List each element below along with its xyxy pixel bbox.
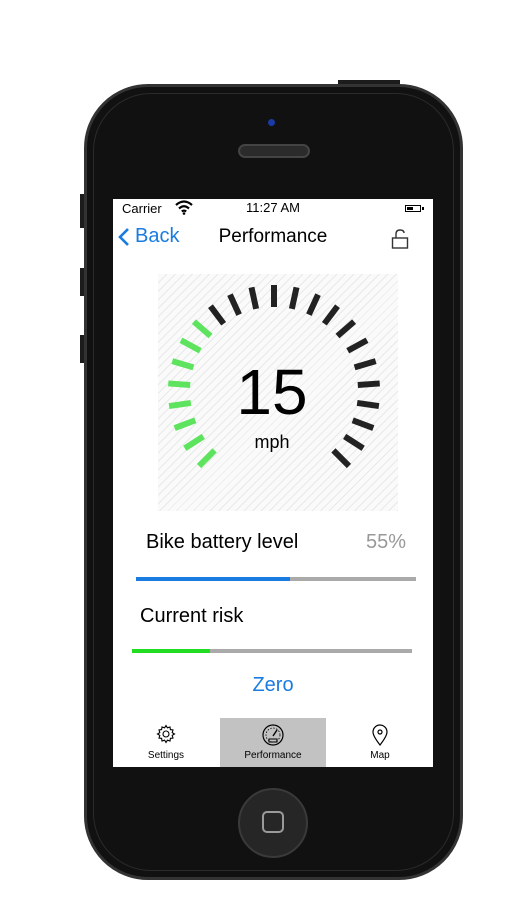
lock-icon[interactable] (391, 228, 409, 255)
tab-map-label: Map (370, 750, 390, 761)
tab-bar: Settings Performance Map (113, 718, 433, 767)
page-title: Performance (218, 226, 328, 247)
tab-settings[interactable]: Settings (113, 718, 219, 767)
battery-level-fill (136, 577, 290, 581)
battery-icon (405, 205, 421, 212)
risk-label: Current risk (140, 605, 244, 627)
front-camera (268, 119, 275, 126)
speed-tick (306, 293, 321, 316)
battery-label: Bike battery level (146, 531, 299, 553)
speed-tick (335, 319, 357, 339)
clock: 11:27 AM (246, 200, 300, 215)
app-screen: Carrier 11:27 AM Back Performance 15 mph… (113, 199, 433, 767)
speed-tick (248, 286, 260, 310)
map-pin-icon (372, 724, 388, 746)
tab-performance[interactable]: Performance (220, 718, 326, 767)
risk-value-link[interactable]: Zero (113, 674, 433, 697)
gear-icon (156, 724, 176, 744)
risk-level-bar (132, 649, 412, 653)
battery-tip (422, 207, 424, 210)
tab-settings-label: Settings (147, 750, 185, 761)
speed-tick (208, 304, 227, 326)
tab-performance-label: Performance (244, 750, 302, 761)
speed-tick (321, 304, 340, 326)
speed-tick (288, 286, 300, 310)
battery-level-bar (136, 577, 416, 581)
speedometer-icon (262, 724, 284, 746)
earpiece-speaker (238, 144, 310, 158)
navigation-bar: Back Performance (113, 219, 433, 257)
home-button[interactable] (238, 788, 308, 858)
speed-value: 15 (236, 356, 308, 428)
speed-tick (179, 337, 202, 354)
battery-percent: 55% (365, 531, 406, 553)
tab-map[interactable]: Map (327, 718, 433, 767)
risk-level-fill (132, 649, 211, 653)
speed-tick (346, 337, 369, 354)
speedometer-gauge: 15 mph (158, 274, 398, 511)
speed-tick (227, 293, 242, 316)
status-bar: Carrier 11:27 AM (113, 199, 433, 219)
speed-unit: mph (254, 432, 290, 452)
speed-tick (191, 319, 213, 339)
